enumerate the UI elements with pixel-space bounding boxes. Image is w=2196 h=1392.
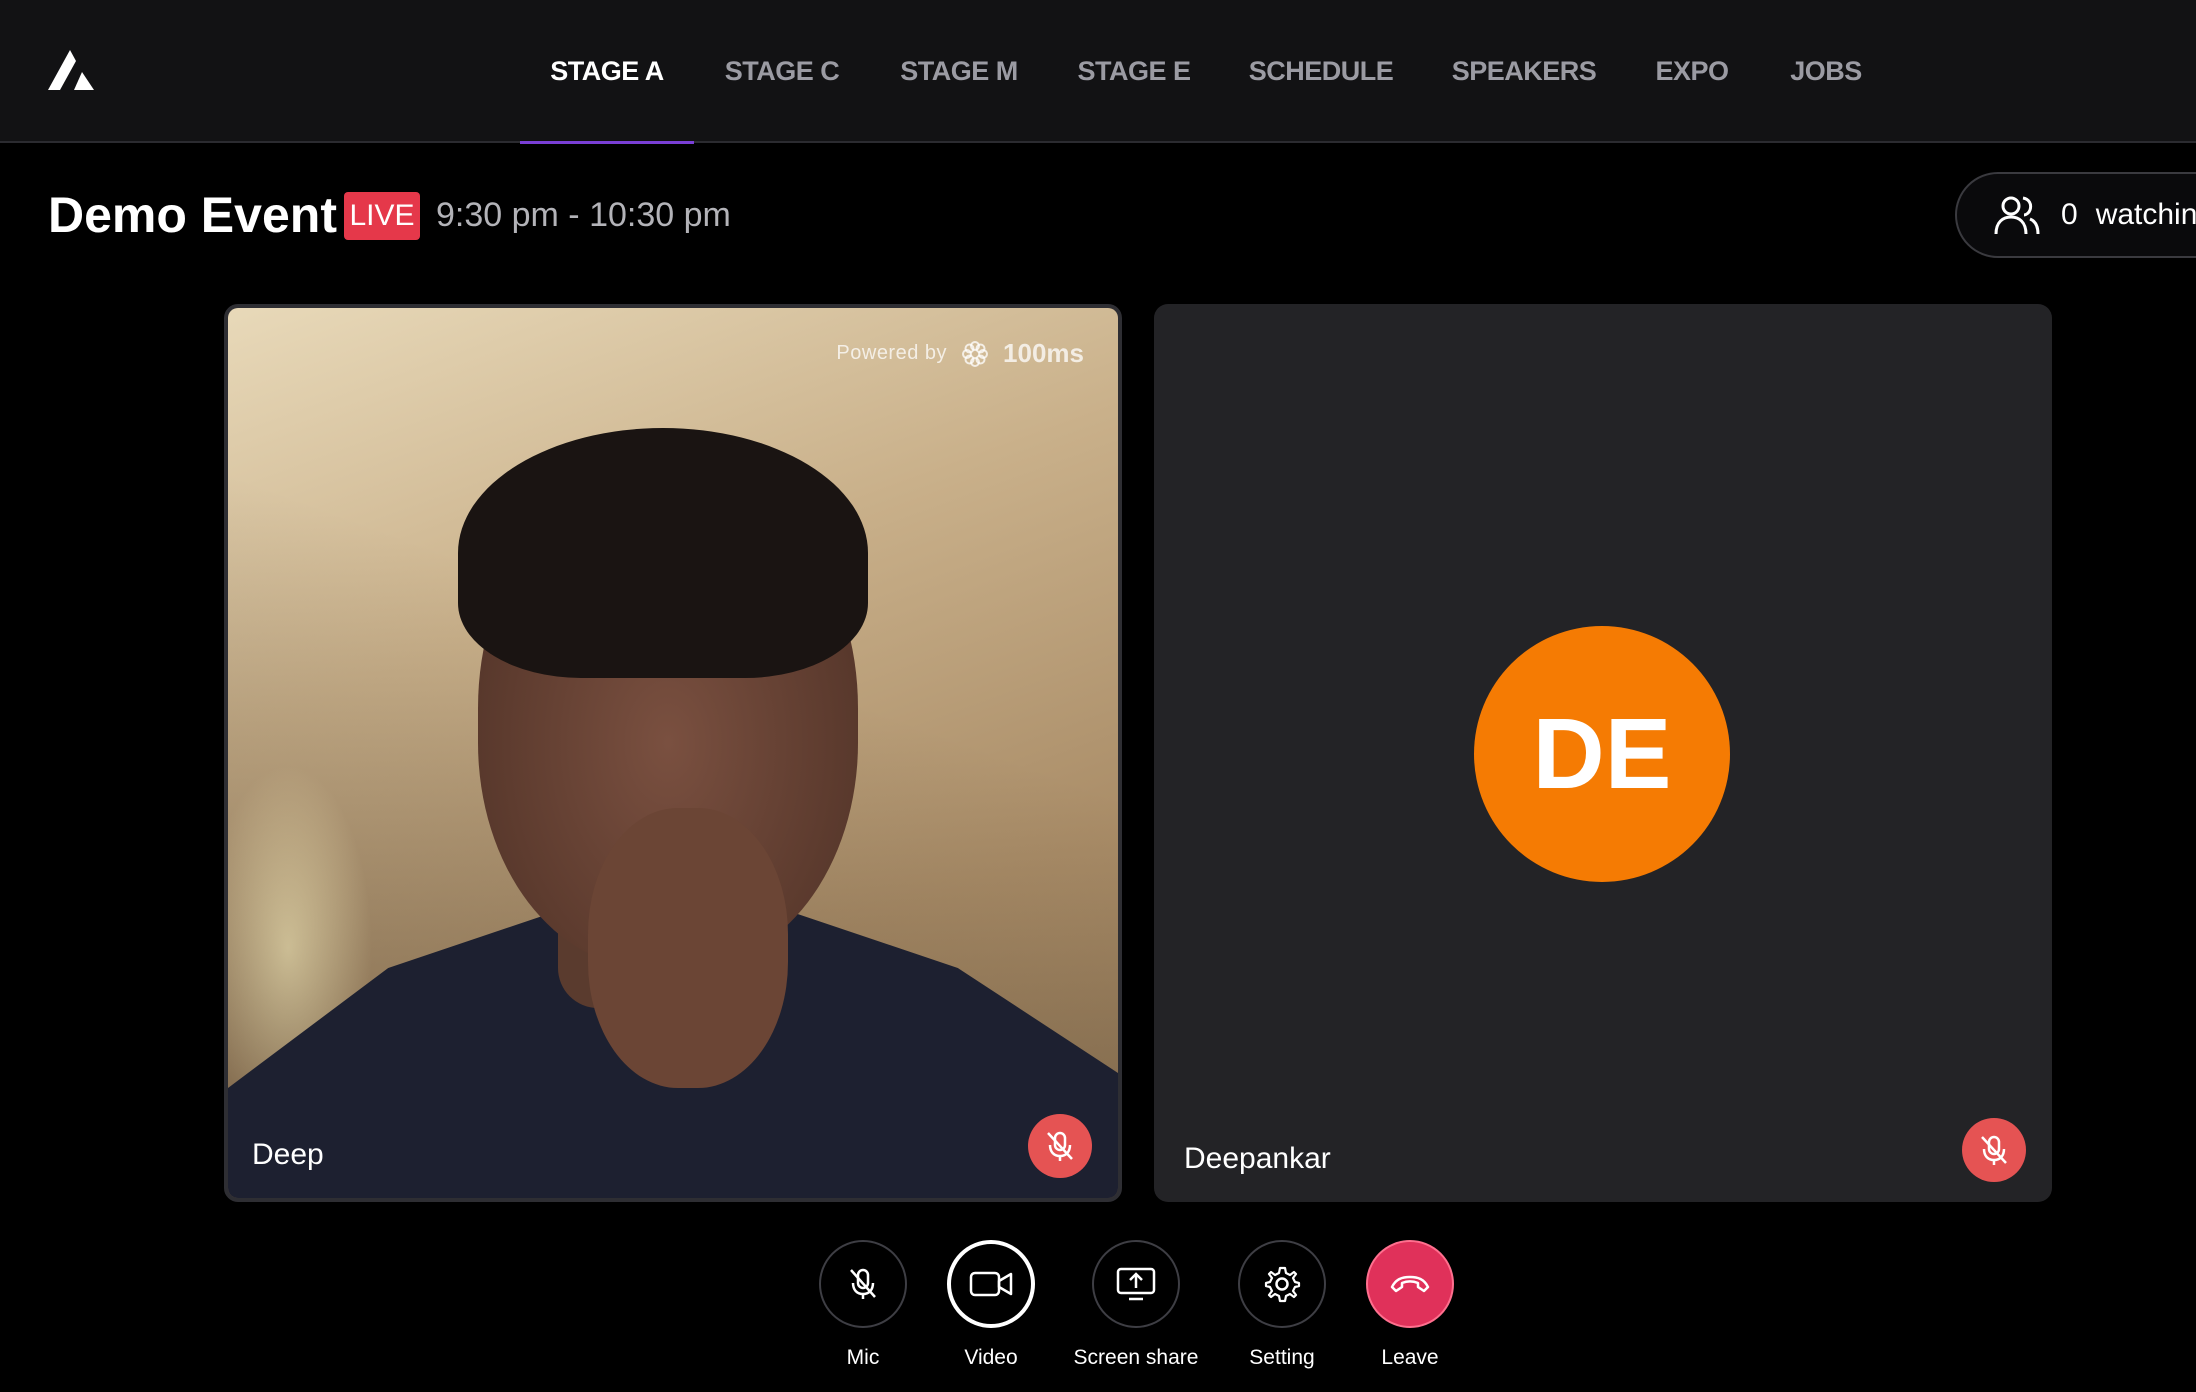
gear-icon [1264, 1266, 1301, 1303]
watching-label: watching [2095, 198, 2196, 231]
100ms-logo-icon [962, 340, 989, 367]
watching-count: 0 [2061, 198, 2078, 231]
camera-feed [228, 308, 1118, 1198]
watching-count-pill[interactable]: 0 watching [1955, 172, 2196, 258]
powered-by-brand: 100ms [1003, 338, 1084, 368]
mic-label: Mic [846, 1346, 880, 1369]
powered-by-watermark: Powered by 100ms [836, 338, 1084, 369]
video-label: Video [964, 1346, 1018, 1369]
nav-tab-stage-a[interactable]: STAGE A [520, 0, 694, 144]
mic-off-icon [850, 1268, 876, 1299]
nav-tab-schedule[interactable]: SCHEDULE [1240, 0, 1402, 143]
powered-by-label: Powered by [836, 342, 948, 364]
video-button[interactable]: Video [921, 1240, 1061, 1370]
mic-button-circle[interactable] [819, 1240, 907, 1328]
screen-share-icon [1116, 1267, 1156, 1301]
nav-tab-stage-c[interactable]: STAGE C [712, 0, 852, 143]
phone-hangup-icon [1390, 1275, 1430, 1293]
screen-share-button-circle[interactable] [1092, 1240, 1180, 1328]
video-button-circle[interactable] [947, 1240, 1035, 1328]
nav-tab-speakers[interactable]: SPEAKERS [1442, 0, 1606, 143]
screen-share-label: Screen share [1073, 1346, 1199, 1369]
video-tile-deepankar[interactable]: DE Deepankar [1154, 304, 2052, 1202]
call-controls: Mic Video Screen share Setting Leave [0, 1240, 2196, 1390]
mic-button[interactable]: Mic [793, 1240, 933, 1370]
avatar: DE [1474, 626, 1730, 882]
leave-label: Leave [1381, 1346, 1439, 1369]
muted-mic-icon [1962, 1118, 2026, 1182]
muted-mic-icon [1028, 1114, 1092, 1178]
participant-name: Deepankar [1184, 1142, 1331, 1175]
setting-button[interactable]: Setting [1212, 1240, 1352, 1370]
setting-label: Setting [1249, 1346, 1315, 1369]
video-tile-deep[interactable]: Powered by 100ms Deep [224, 304, 1122, 1202]
live-badge: LIVE [344, 192, 420, 240]
leave-button-circle[interactable] [1366, 1240, 1454, 1328]
video-icon [969, 1271, 1013, 1297]
leave-button[interactable]: Leave [1340, 1240, 1480, 1370]
setting-button-circle[interactable] [1238, 1240, 1326, 1328]
nav-tab-jobs[interactable]: JOBS [1776, 0, 1876, 143]
participant-name: Deep [252, 1138, 324, 1171]
users-icon [1994, 196, 2040, 235]
top-navigation-bar: STAGE A STAGE C STAGE M STAGE E SCHEDULE… [0, 0, 2196, 144]
event-time: 9:30 pm - 10:30 pm [436, 196, 731, 234]
nav-tab-stage-m[interactable]: STAGE M [888, 0, 1030, 143]
stage-nav: STAGE A STAGE C STAGE M STAGE E SCHEDULE… [0, 0, 2196, 144]
screen-share-button[interactable]: Screen share [1066, 1240, 1206, 1370]
nav-tab-expo[interactable]: EXPO [1640, 0, 1744, 143]
nav-tab-stage-e[interactable]: STAGE E [1064, 0, 1204, 143]
event-title: Demo Event [48, 187, 337, 243]
